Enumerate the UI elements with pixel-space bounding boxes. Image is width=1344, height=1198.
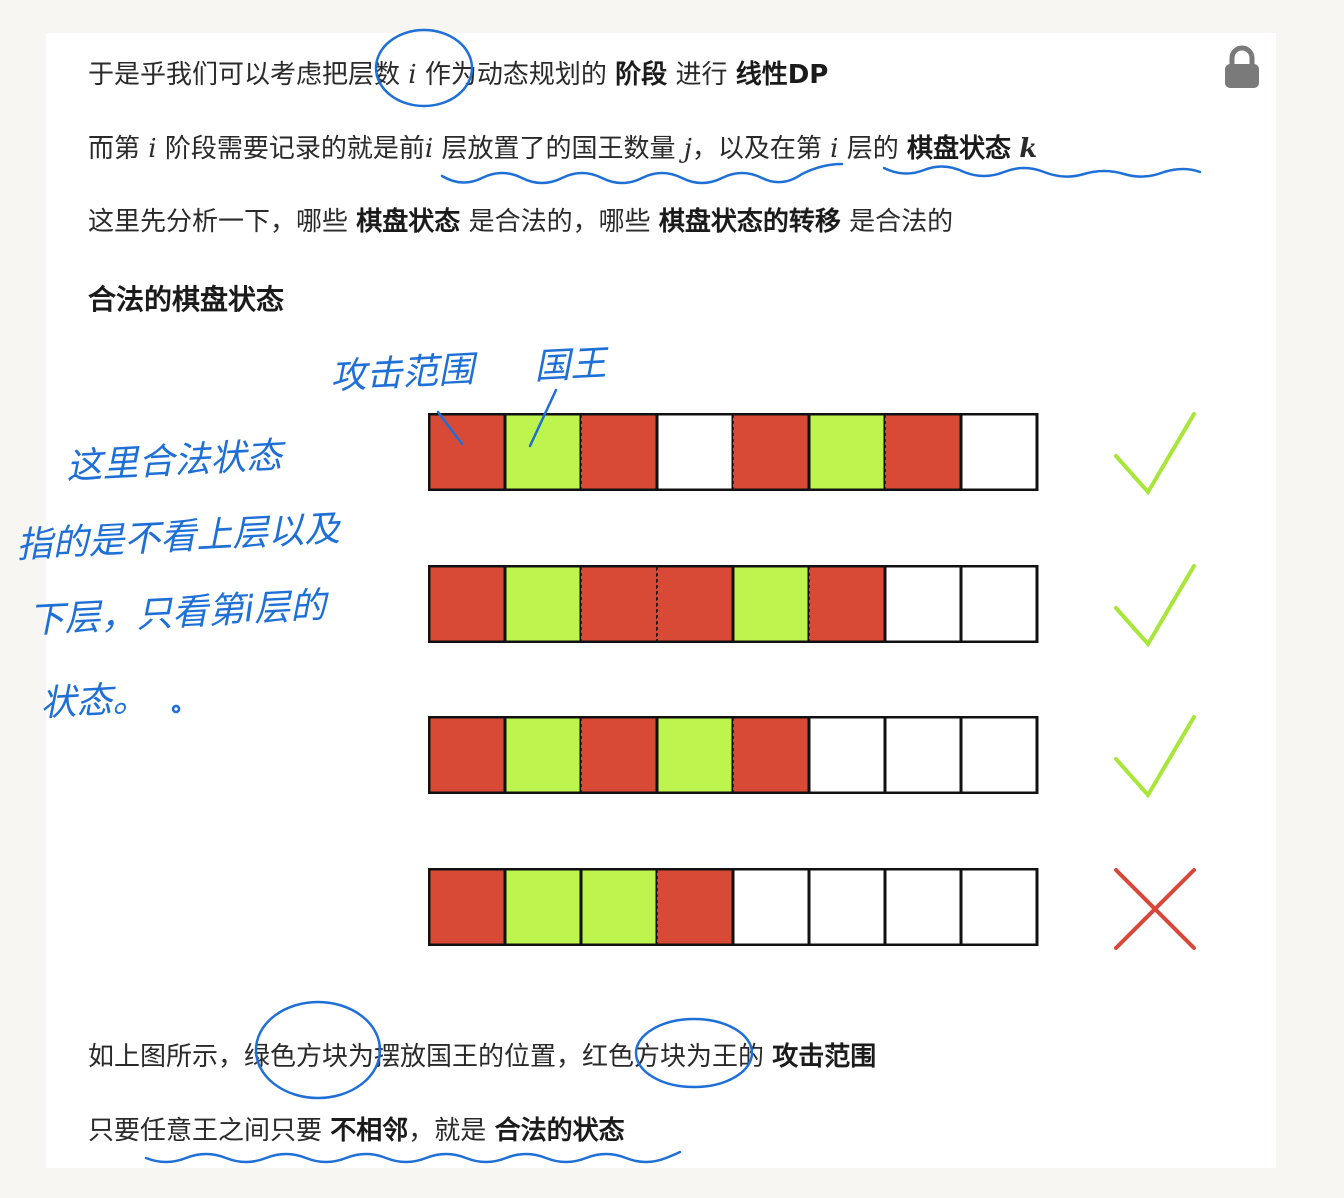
attack-cell bbox=[428, 413, 506, 491]
math-var-i: i bbox=[424, 134, 434, 164]
bold-term-valid-state: 合法的状态 bbox=[494, 1116, 625, 1146]
board-row-1 bbox=[428, 413, 1039, 491]
math-var-i: i bbox=[408, 60, 417, 90]
bold-term-linear-dp: 线性DP bbox=[735, 60, 829, 90]
attack-cell bbox=[656, 565, 734, 643]
empty-cell bbox=[807, 716, 887, 794]
attack-cell bbox=[580, 413, 658, 491]
check-icon bbox=[1114, 715, 1196, 799]
math-var-j: j bbox=[683, 134, 692, 164]
attack-cell bbox=[808, 565, 886, 643]
attack-cell bbox=[428, 565, 506, 643]
empty-cell bbox=[959, 716, 1039, 794]
king-cell bbox=[503, 565, 583, 643]
handwritten-attack-label: 攻击范围 bbox=[329, 349, 476, 398]
empty-cell bbox=[731, 868, 811, 946]
section-heading: 合法的棋盘状态 bbox=[88, 283, 285, 316]
text: 是合法的，哪些 bbox=[468, 207, 651, 237]
handwritten-king-label: 国王 bbox=[533, 343, 608, 388]
paragraph-stage: 于是乎我们可以考虑把层数 i 作为动态规划的 阶段 进行 线性DP bbox=[88, 58, 828, 92]
text: ，以及在第 bbox=[691, 134, 822, 164]
attack-cell bbox=[428, 868, 506, 946]
math-var-k: k bbox=[1019, 134, 1038, 164]
paragraph-legend: 如上图所示，绿色方块为摆放国王的位置，红色方块为王的 攻击范围 bbox=[88, 1040, 876, 1074]
attack-cell bbox=[580, 716, 658, 794]
bold-term-attack-range: 攻击范围 bbox=[772, 1042, 877, 1072]
board-row-4 bbox=[428, 868, 1039, 946]
attack-cell bbox=[656, 868, 734, 946]
empty-cell bbox=[883, 868, 963, 946]
empty-cell bbox=[959, 413, 1039, 491]
text: 作为动态规划的 bbox=[424, 60, 607, 90]
king-cell bbox=[503, 868, 583, 946]
check-icon bbox=[1114, 564, 1196, 648]
text: 如上图所示，绿色方块为摆放国王的位置，红色方块为王的 bbox=[88, 1042, 765, 1072]
text: ，就是 bbox=[408, 1116, 487, 1146]
text: 这里先分析一下，哪些 bbox=[88, 207, 349, 237]
empty-cell bbox=[655, 413, 735, 491]
king-cell bbox=[655, 716, 735, 794]
lock-icon[interactable] bbox=[1222, 45, 1262, 89]
text: 层放置了的国王数量 bbox=[441, 134, 676, 164]
attack-cell bbox=[732, 716, 810, 794]
bold-term-state-transition: 棋盘状态的转移 bbox=[658, 207, 841, 237]
math-var-i: i bbox=[148, 134, 157, 164]
attack-cell bbox=[884, 413, 962, 491]
text: 进行 bbox=[675, 60, 728, 90]
check-icon bbox=[1114, 412, 1196, 496]
paragraph-state-record: 而第 i 阶段需要记录的就是前i 层放置了的国王数量 j，以及在第 i 层的 棋… bbox=[88, 132, 1037, 166]
bold-term-not-adjacent: 不相邻 bbox=[330, 1116, 409, 1146]
text: 是合法的 bbox=[849, 207, 954, 237]
board-row-2 bbox=[428, 565, 1039, 643]
king-cell bbox=[579, 868, 659, 946]
king-cell bbox=[503, 413, 583, 491]
math-var-i: i bbox=[830, 134, 839, 164]
text: 层的 bbox=[846, 134, 899, 164]
text: 阶段需要记录的就是前 bbox=[164, 134, 425, 164]
paragraph-rule: 只要任意王之间只要 不相邻，就是 合法的状态 bbox=[88, 1114, 625, 1148]
text: 于是乎我们可以考虑把层数 bbox=[88, 60, 401, 90]
bold-term-board-state: 棋盘状态 bbox=[906, 134, 1011, 164]
empty-cell bbox=[959, 565, 1039, 643]
empty-cell bbox=[807, 868, 887, 946]
bold-term-stage: 阶段 bbox=[615, 60, 668, 90]
handwritten-note-line-4: 状态。 bbox=[39, 678, 150, 725]
text: 只要任意王之间只要 bbox=[88, 1116, 323, 1146]
king-cell bbox=[807, 413, 887, 491]
empty-cell bbox=[883, 716, 963, 794]
king-cell bbox=[503, 716, 583, 794]
empty-cell bbox=[883, 565, 963, 643]
king-cell bbox=[731, 565, 811, 643]
attack-cell bbox=[580, 565, 658, 643]
cross-icon bbox=[1114, 868, 1196, 950]
empty-cell bbox=[959, 868, 1039, 946]
text: 而第 bbox=[88, 134, 141, 164]
bold-term-board-state: 棋盘状态 bbox=[356, 207, 461, 237]
attack-cell bbox=[732, 413, 810, 491]
board-row-3 bbox=[428, 716, 1039, 794]
paragraph-analysis: 这里先分析一下，哪些 棋盘状态 是合法的，哪些 棋盘状态的转移 是合法的 bbox=[88, 205, 953, 239]
attack-cell bbox=[428, 716, 506, 794]
